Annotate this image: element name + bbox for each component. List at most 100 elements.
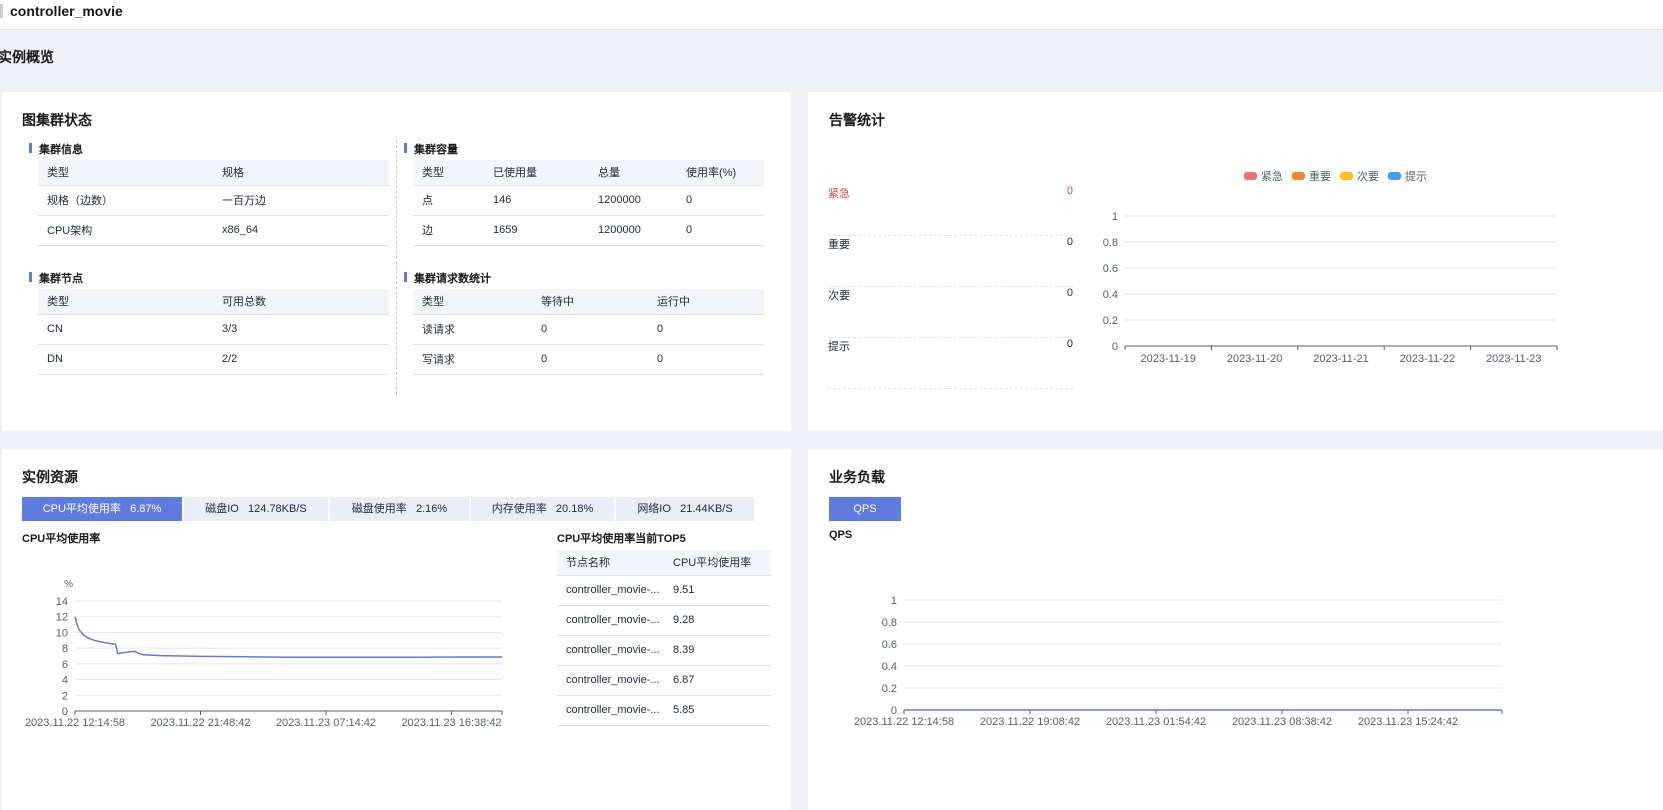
legend-item-minor[interactable]: 次要 bbox=[1340, 168, 1379, 184]
top5-title: CPU平均使用率当前TOP5 bbox=[557, 533, 686, 545]
cluster-info-table: 类型 规格 规格（边数） 一百万边 CPU架构 x86_64 bbox=[38, 160, 389, 246]
alarm-count: 0 bbox=[1066, 185, 1073, 197]
cpu-value: 5.85 bbox=[664, 695, 771, 726]
column-header: 等待中 bbox=[532, 289, 648, 315]
tab-memory-usage[interactable]: 内存使用率 20.18% bbox=[471, 497, 614, 521]
table-cell: DN bbox=[38, 344, 213, 375]
alarm-row-critical[interactable]: 紧急 0 bbox=[828, 185, 1073, 236]
legend-label: 重要 bbox=[1309, 171, 1331, 183]
cluster-requests-table: 类型 等待中 运行中 读请求 0 0 写请求 0 0 bbox=[413, 289, 764, 375]
x-tick-label: 2023.11.23 15:24:42 bbox=[1358, 716, 1458, 728]
column-header: CPU平均使用率 bbox=[664, 550, 771, 576]
x-tick-label: 2023.11.22 12:14:58 bbox=[854, 716, 954, 728]
x-tick-label: 2023.11.23 16:38:42 bbox=[401, 717, 501, 729]
table-cell: CN bbox=[38, 314, 213, 345]
legend-item-info[interactable]: 提示 bbox=[1388, 168, 1427, 184]
table-row: controller_movie-... 5.85 bbox=[557, 695, 771, 726]
table-cell: 0 bbox=[677, 185, 764, 216]
table-cell: 一百万边 bbox=[213, 185, 389, 216]
x-tick-label: 2023-11-20 bbox=[1227, 353, 1282, 365]
cluster-capacity-title: 集群容量 bbox=[404, 141, 458, 157]
y-tick-label: 0.6 bbox=[882, 639, 897, 651]
table-cell: 0 bbox=[532, 314, 648, 345]
column-header: 运行中 bbox=[648, 289, 764, 315]
x-tick-label: 2023.11.22 12:14:58 bbox=[25, 717, 125, 729]
cpu-value: 6.87 bbox=[664, 665, 771, 696]
legend-label: 提示 bbox=[1405, 171, 1427, 183]
legend-item-critical[interactable]: 紧急 bbox=[1244, 168, 1283, 184]
table-cell: 读请求 bbox=[413, 314, 532, 345]
top5-table: 节点名称 CPU平均使用率 controller_movie-... 9.51 … bbox=[557, 550, 771, 726]
alarm-label: 次要 bbox=[828, 290, 850, 302]
qps-button[interactable]: QPS bbox=[829, 497, 901, 521]
cpu-value: 9.28 bbox=[664, 605, 771, 636]
table-cell: 1200000 bbox=[589, 215, 677, 246]
y-tick-label: 12 bbox=[56, 612, 68, 624]
x-tick-label: 2023.11.22 21:48:42 bbox=[150, 717, 250, 729]
cpu-value: 9.51 bbox=[664, 575, 771, 606]
table-row: controller_movie-... 9.51 bbox=[557, 575, 771, 606]
table-header-row: 类型 可用总数 bbox=[38, 289, 389, 315]
legend-swatch bbox=[1244, 172, 1257, 180]
tab-cpu-usage[interactable]: CPU平均使用率 6.87% bbox=[22, 497, 182, 521]
table-cell: 1200000 bbox=[589, 185, 677, 216]
title-accent bbox=[0, 4, 3, 18]
table-row: 写请求 0 0 bbox=[413, 344, 764, 375]
x-tick-label: 2023-11-19 bbox=[1140, 353, 1195, 365]
qps-line-chart: 00.20.40.60.812023.11.22 12:14:58 2023.11… bbox=[854, 595, 1503, 728]
table-cell: 1659 bbox=[484, 215, 589, 246]
node-name: controller_movie-... bbox=[557, 575, 664, 606]
y-tick-label: 0.4 bbox=[1103, 289, 1118, 301]
alarm-count: 0 bbox=[1066, 236, 1073, 248]
y-tick-label: 10 bbox=[56, 627, 68, 639]
node-name: controller_movie-... bbox=[557, 695, 664, 726]
table-header-row: 类型 规格 bbox=[38, 160, 389, 186]
legend-swatch bbox=[1388, 172, 1401, 180]
table-cell: 3/3 bbox=[213, 314, 389, 345]
tab-network-io[interactable]: 网络IO 21.44KB/S bbox=[616, 497, 754, 521]
table-row: 规格（边数） 一百万边 bbox=[38, 185, 389, 216]
column-header: 类型 bbox=[38, 289, 213, 315]
y-tick-label: 0.6 bbox=[1103, 263, 1118, 275]
cluster-requests-title: 集群请求数统计 bbox=[404, 270, 491, 286]
alarm-row-minor[interactable]: 次要 0 bbox=[828, 287, 1073, 338]
alarm-chart: 0 0.2 0.4 0.6 0.8 1 2023-11-19 2023-11-20 2023-1… bbox=[1103, 211, 1558, 365]
tab-disk-io[interactable]: 磁盘IO 124.78KB/S bbox=[184, 497, 328, 521]
column-header: 已使用量 bbox=[484, 160, 589, 186]
column-header: 规格 bbox=[213, 160, 389, 186]
legend-label: 紧急 bbox=[1261, 171, 1283, 183]
y-tick-label: 2 bbox=[62, 690, 68, 702]
y-tick-label: 0.8 bbox=[1103, 237, 1118, 249]
y-tick-label: 0.8 bbox=[882, 617, 897, 629]
table-row: CPU架构 x86_64 bbox=[38, 215, 389, 246]
tab-disk-usage[interactable]: 磁盘使用率 2.16% bbox=[330, 497, 469, 521]
legend-label: 次要 bbox=[1357, 171, 1379, 183]
y-tick-label: 0 bbox=[1112, 341, 1118, 353]
alarm-count: 0 bbox=[1066, 338, 1073, 350]
alarm-row-major[interactable]: 重要 0 bbox=[828, 236, 1073, 287]
table-row: 点 146 1200000 0 bbox=[413, 185, 764, 216]
y-tick-label: 0.4 bbox=[882, 661, 897, 673]
column-header: 总量 bbox=[589, 160, 677, 186]
instance-name: controller_movie bbox=[10, 3, 123, 19]
y-tick-label: 1 bbox=[1112, 211, 1118, 223]
table-cell: 0 bbox=[648, 344, 764, 375]
column-header: 类型 bbox=[413, 289, 532, 315]
alarm-label: 重要 bbox=[828, 239, 850, 251]
alarm-label: 紧急 bbox=[828, 188, 850, 200]
resources-title: 实例资源 bbox=[22, 469, 78, 485]
table-cell: x86_64 bbox=[213, 215, 389, 246]
table-cell: 规格（边数） bbox=[38, 185, 213, 216]
y-axis-unit: % bbox=[64, 579, 73, 590]
y-tick-label: 14 bbox=[56, 596, 68, 608]
alarm-row-info[interactable]: 提示 0 bbox=[828, 338, 1073, 389]
table-header-row: 节点名称 CPU平均使用率 bbox=[557, 550, 771, 576]
table-cell: 点 bbox=[413, 185, 484, 216]
table-row: 读请求 0 0 bbox=[413, 314, 764, 345]
alarm-count: 0 bbox=[1066, 287, 1073, 299]
x-tick-label: 2023.11.23 01:54:42 bbox=[1106, 716, 1206, 728]
page-title: 实例概览 bbox=[0, 49, 54, 65]
alarm-label: 提示 bbox=[828, 341, 850, 353]
legend-item-major[interactable]: 重要 bbox=[1292, 168, 1331, 184]
top-bar: controller_movie bbox=[0, 0, 1663, 30]
